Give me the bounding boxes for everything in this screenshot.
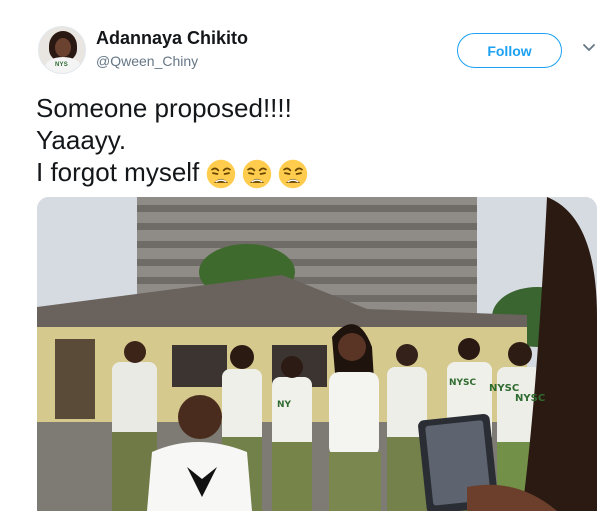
photo-shirt-text: NY <box>277 400 292 410</box>
avatar[interactable]: NYS <box>38 26 86 74</box>
chevron-down-icon[interactable] <box>581 39 597 55</box>
weary-face-icon <box>243 159 272 189</box>
weary-face-icon <box>207 159 236 189</box>
user-handle[interactable]: @Qween_Chiny <box>96 53 198 69</box>
emoji-row <box>205 158 309 190</box>
tweet-line-2: Yaaayy. <box>36 125 127 155</box>
photo-shirt-text: NYSC <box>515 393 545 404</box>
tweet-photo[interactable]: NYSC NYSC NYSC NY <box>37 197 597 511</box>
tweet-line-3: I forgot myself <box>36 156 596 190</box>
weary-face-icon <box>279 159 308 189</box>
avatar-face <box>55 38 71 57</box>
tweet-text: Someone proposed!!!! Yaaayy. I forgot my… <box>36 92 596 190</box>
tweet-line-1: Someone proposed!!!! <box>36 93 292 123</box>
tweet-line-3-text: I forgot myself <box>36 157 200 187</box>
follow-button[interactable]: Follow <box>457 33 562 68</box>
photo-shirt-text: NYSC <box>449 378 477 388</box>
tweet-header: NYS Adannaya Chikito @Qween_Chiny Follow <box>36 26 606 82</box>
avatar-badge-text: NYS <box>55 62 68 68</box>
proposal-photo-illustration: NYSC NYSC NYSC NY <box>37 197 597 511</box>
display-name[interactable]: Adannaya Chikito <box>96 28 248 49</box>
